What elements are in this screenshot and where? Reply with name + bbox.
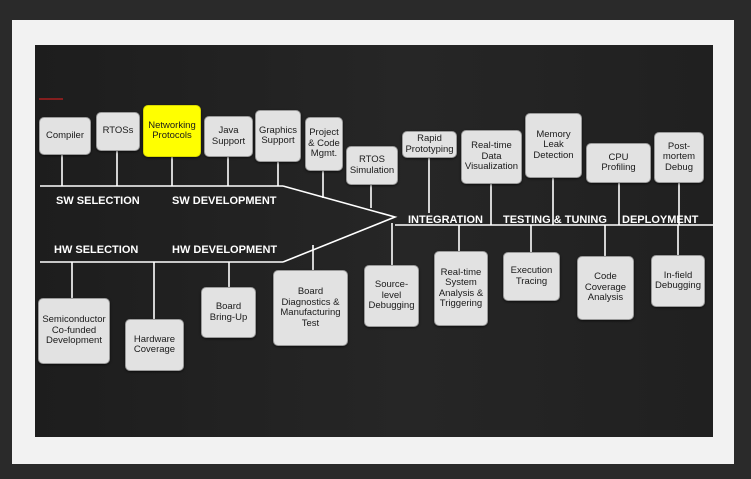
box-infield-debugging: In-field Debugging <box>651 255 705 307</box>
box-project-code-mgmt: Project & Code Mgmt. <box>305 117 343 171</box>
box-networking-protocols: Networking Protocols <box>143 105 201 157</box>
phase-hw-development: HW DEVELOPMENT <box>172 244 278 256</box>
box-semiconductor-cofunded: Semiconductor Co-funded Development <box>38 298 110 364</box>
box-code-coverage-analysis: Code Coverage Analysis <box>577 256 634 320</box>
box-rtoss: RTOSs <box>96 112 140 151</box>
phase-integration: INTEGRATION <box>408 214 483 226</box>
box-execution-tracing: Execution Tracing <box>503 252 560 301</box>
phase-testing-tuning: TESTING & TUNING <box>503 214 607 226</box>
box-compiler: Compiler <box>39 117 91 155</box>
box-realtime-data-visualization: Real-time Data Visualization <box>461 130 522 184</box>
box-cpu-profiling: CPU Profiling <box>586 143 651 183</box>
box-java-support: Java Support <box>204 116 253 157</box>
diagram-canvas: SW SELECTION SW DEVELOPMENT HW SELECTION… <box>35 45 713 437</box>
box-source-level-debugging: Source- level Debugging <box>364 265 419 327</box>
box-realtime-system-analysis: Real-time System Analysis & Triggering <box>434 251 488 326</box>
box-graphics-support: Graphics Support <box>255 110 301 162</box>
phase-hw-selection: HW SELECTION <box>54 244 139 256</box>
box-memory-leak-detection: Memory Leak Detection <box>525 113 582 178</box>
phase-deployment: DEPLOYMENT <box>622 214 699 226</box>
box-rapid-prototyping: Rapid Prototyping <box>402 131 457 158</box>
phase-sw-selection: SW SELECTION <box>56 195 140 207</box>
box-post-mortem-debug: Post- mortem Debug <box>654 132 704 183</box>
connector-lines <box>40 151 713 319</box>
box-hardware-coverage: Hardware Coverage <box>125 319 184 371</box>
arrow-head <box>282 185 398 263</box>
box-rtos-simulation: RTOS Simulation <box>346 146 398 185</box>
box-board-diagnostics: Board Diagnostics & Manufacturing Test <box>273 270 348 346</box>
box-board-bring-up: Board Bring-Up <box>201 287 256 338</box>
phase-sw-development: SW DEVELOPMENT <box>172 195 277 207</box>
